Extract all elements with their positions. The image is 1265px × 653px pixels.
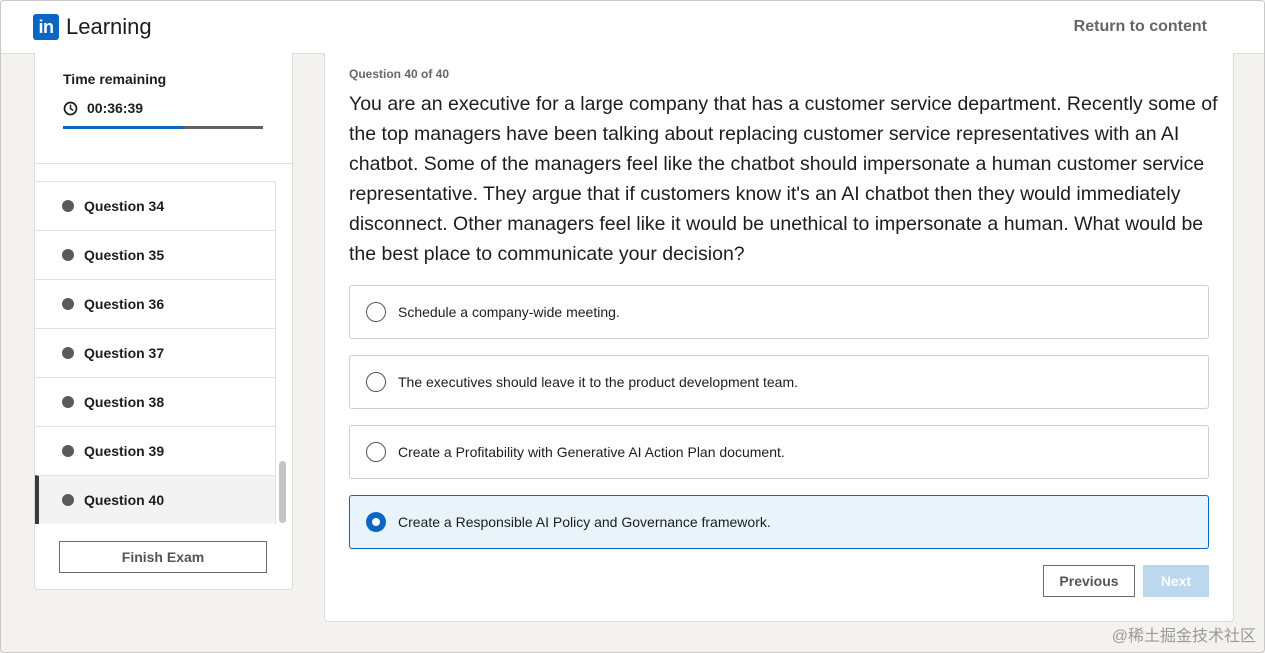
- question-status-dot: [62, 200, 74, 212]
- answer-option-3[interactable]: Create a Profitability with Generative A…: [349, 425, 1209, 479]
- question-status-dot: [62, 445, 74, 457]
- logo-text: Learning: [66, 14, 152, 39]
- answer-label: The executives should leave it to the pr…: [398, 374, 799, 390]
- next-button[interactable]: Next: [1143, 565, 1209, 597]
- radio-button[interactable]: [366, 442, 386, 462]
- question-sidebar: Time remaining 00:36:39 Question 34 Ques…: [34, 53, 293, 590]
- question-list-item-36[interactable]: Question 36: [35, 279, 276, 328]
- question-list-item-35[interactable]: Question 35: [35, 230, 276, 279]
- watermark: @稀土掘金技术社区: [1111, 628, 1256, 645]
- question-counter: Question 40 of 40: [349, 67, 450, 81]
- question-label: Question 38: [84, 394, 165, 410]
- question-label: Question 34: [84, 198, 165, 214]
- question-list-item-39[interactable]: Question 39: [35, 426, 276, 475]
- answer-label: Schedule a company-wide meeting.: [398, 304, 620, 320]
- answer-label: Create a Profitability with Generative A…: [398, 444, 785, 460]
- question-status-dot: [62, 494, 74, 506]
- question-label: Question 36: [84, 296, 165, 312]
- question-list-scrollbar[interactable]: [279, 461, 286, 523]
- timer-value: 00:36:39: [87, 100, 144, 116]
- timer-progress-fill: [63, 126, 183, 129]
- timer-section: Time remaining 00:36:39: [35, 53, 292, 164]
- question-list-item-37[interactable]: Question 37: [35, 328, 276, 377]
- question-list: Question 34 Question 35 Question 36 Ques…: [35, 163, 276, 524]
- question-status-dot: [62, 396, 74, 408]
- finish-exam-button[interactable]: Finish Exam: [59, 541, 267, 573]
- question-label: Question 39: [84, 443, 165, 459]
- timer-progress-bar: [63, 126, 263, 129]
- question-label: Question 40: [84, 492, 165, 508]
- question-list-item-40[interactable]: Question 40: [35, 475, 276, 524]
- answer-option-4[interactable]: Create a Responsible AI Policy and Gover…: [349, 495, 1209, 549]
- question-label: Question 35: [84, 247, 165, 263]
- radio-button[interactable]: [366, 372, 386, 392]
- timer-row: 00:36:39: [63, 100, 143, 116]
- question-status-dot: [62, 249, 74, 261]
- question-label: Question 37: [84, 345, 165, 361]
- question-status-dot: [62, 347, 74, 359]
- question-text: You are an executive for a large company…: [349, 93, 1218, 265]
- timer-label: Time remaining: [63, 71, 167, 87]
- answer-option-2[interactable]: The executives should leave it to the pr…: [349, 355, 1209, 409]
- answer-label: Create a Responsible AI Policy and Gover…: [398, 514, 771, 530]
- answer-option-1[interactable]: Schedule a company-wide meeting.: [349, 285, 1209, 339]
- return-to-content-link[interactable]: Return to content: [1074, 18, 1207, 36]
- clock-icon: [63, 101, 78, 115]
- radio-button[interactable]: [366, 302, 386, 322]
- app-window: in Learning Return to content Time remai…: [0, 0, 1265, 653]
- previous-button[interactable]: Previous: [1043, 565, 1135, 597]
- question-list-item-38[interactable]: Question 38: [35, 377, 276, 426]
- question-card: Question 40 of 40 You are an executive f…: [324, 53, 1234, 622]
- linkedin-icon: in: [33, 14, 59, 40]
- linkedin-learning-logo[interactable]: in Learning: [33, 14, 152, 40]
- top-bar: in Learning Return to content: [1, 1, 1264, 54]
- question-list-item-34[interactable]: Question 34: [35, 181, 276, 230]
- radio-button-selected[interactable]: [366, 512, 386, 532]
- question-status-dot: [62, 298, 74, 310]
